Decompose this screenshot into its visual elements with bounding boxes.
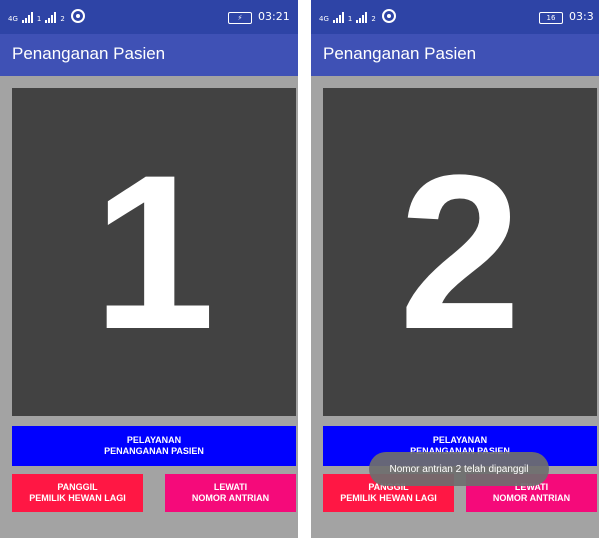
service-button[interactable]: PELAYANAN PENANGANAN PASIEN	[12, 426, 296, 466]
signal-icon	[356, 12, 368, 23]
status-bar: 4G 1 2 16 03:3	[311, 0, 599, 34]
skip-queue-label: LEWATI NOMOR ANTRIAN	[191, 482, 270, 503]
call-again-label: PANGGIL PEMILIK HEWAN LAGI	[29, 482, 126, 503]
clock: 03:3	[569, 10, 594, 23]
queue-number: 1	[92, 129, 216, 375]
app-bar: Penanganan Pasien	[311, 34, 599, 76]
signal-icon	[332, 12, 344, 23]
toast-message: Nomor antrian 2 telah dipanggil	[369, 452, 549, 486]
divider	[298, 0, 311, 538]
phone-screen-right: 4G 1 2 16 03:3 Penanganan Pasien 2 PELAY…	[311, 0, 599, 538]
queue-number: 2	[398, 129, 522, 375]
service-button-label: PELAYANAN PENANGANAN PASIEN	[104, 435, 204, 456]
hotspot-icon	[70, 9, 85, 23]
clock: 03:21	[258, 10, 290, 23]
queue-number-display: 2	[323, 88, 597, 416]
signal-icon	[21, 12, 33, 23]
signal-icon	[45, 12, 57, 23]
hotspot-icon	[381, 9, 396, 23]
skip-queue-button[interactable]: LEWATI NOMOR ANTRIAN	[165, 474, 296, 512]
sim1-label: 1	[347, 15, 353, 23]
signal-group: 4G 1 2	[8, 9, 85, 23]
status-bar: 4G 1 2 ⚡ 03:21	[0, 0, 298, 34]
sim2-label: 2	[60, 15, 65, 23]
battery-icon: 16	[539, 12, 563, 24]
action-row: PANGGIL PEMILIK HEWAN LAGI LEWATI NOMOR …	[12, 474, 296, 512]
signal-group: 4G 1 2	[319, 9, 396, 23]
sim1-label: 1	[36, 15, 42, 23]
app-title: Penanganan Pasien	[12, 44, 166, 63]
app-title: Penanganan Pasien	[323, 44, 477, 63]
phone-screen-left: 4G 1 2 ⚡ 03:21 Penanganan Pasien 1 PELAY…	[0, 0, 298, 538]
network-type-label: 4G	[319, 15, 329, 23]
battery-icon: ⚡	[228, 12, 252, 24]
call-again-button[interactable]: PANGGIL PEMILIK HEWAN LAGI	[12, 474, 143, 512]
queue-number-display: 1	[12, 88, 296, 416]
network-type-label: 4G	[8, 15, 18, 23]
sim2-label: 2	[371, 15, 376, 23]
app-bar: Penanganan Pasien	[0, 34, 298, 76]
